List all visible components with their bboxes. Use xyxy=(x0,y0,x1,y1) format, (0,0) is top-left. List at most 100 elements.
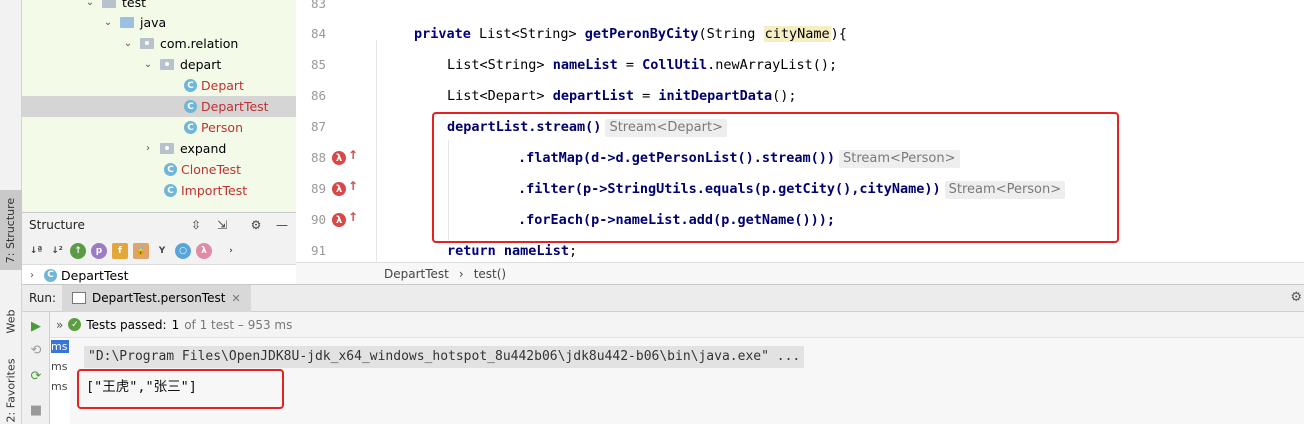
class-icon: C xyxy=(44,268,57,282)
sort-visibility-icon[interactable]: ↓² xyxy=(49,243,65,259)
breadcrumb: DepartTest › test() xyxy=(296,262,1304,284)
check-icon: ✓ xyxy=(68,318,82,331)
console-command-line: "D:\Program Files\OpenJDK8U-jdk_x64_wind… xyxy=(84,346,805,368)
run-config-icon xyxy=(72,292,86,304)
variable: nameList xyxy=(503,243,569,259)
chevron-right-icon[interactable]: › xyxy=(142,143,154,154)
tree-item-departtest[interactable]: C DepartTest xyxy=(22,96,296,117)
rerun-failed-icon[interactable]: ⟲ xyxy=(28,342,44,358)
favorites-side-tab[interactable]: 2: Favorites xyxy=(0,356,22,424)
tests-status-bar: » ✓ Tests passed: 1 of 1 test – 953 ms xyxy=(50,312,1304,338)
minimize-icon[interactable]: — xyxy=(274,217,290,233)
rerun-icon[interactable]: ▶ xyxy=(28,318,44,334)
tests-passed-label: Tests passed: xyxy=(86,317,167,332)
stop-icon[interactable]: ■ xyxy=(28,402,44,418)
tree-item-depart-class[interactable]: C Depart xyxy=(22,75,296,96)
chevron-right-icon[interactable]: › xyxy=(26,270,38,281)
indent-guide xyxy=(376,40,377,262)
highlight-box-output xyxy=(77,369,284,409)
breadcrumb-method[interactable]: test() xyxy=(474,267,506,281)
close-icon[interactable]: ✕ xyxy=(231,292,240,305)
tree-item-label: DepartTest xyxy=(201,99,269,114)
web-side-tab[interactable]: Web xyxy=(0,296,22,346)
test-time-label[interactable]: ms xyxy=(51,360,69,373)
tree-item-expand[interactable]: › expand xyxy=(22,138,296,159)
expand-all-icon[interactable]: ⇳ xyxy=(188,217,204,233)
tree-item-label: test xyxy=(122,0,147,10)
collapse-all-icon[interactable]: ⇲ xyxy=(214,217,230,233)
code-fragment: = xyxy=(617,57,643,73)
tree-item-label: CloneTest xyxy=(181,162,242,177)
line-number: 83 xyxy=(310,0,326,11)
tree-item-depart[interactable]: ⌄ depart xyxy=(22,54,296,75)
code-fragment: .newArrayList(); xyxy=(707,57,838,73)
structure-toolbar: ↓ª ↓² ↑ p f 🔒 Y ○ λ › xyxy=(22,237,296,265)
autoscroll-icon[interactable]: ○ xyxy=(175,242,191,259)
run-tabbar: Run: DepartTest.personTest ✕ ⚙ xyxy=(22,284,1304,312)
test-time-column: ms ms ms xyxy=(50,338,70,424)
structure-item[interactable]: › C DepartTest xyxy=(22,265,296,285)
class-icon: C xyxy=(164,163,177,176)
expand-icon[interactable]: » xyxy=(56,318,63,332)
tree-item-label: com.relation xyxy=(160,36,239,51)
source-folder-icon xyxy=(120,17,134,28)
structure-side-tab[interactable]: 7: Structure xyxy=(0,190,22,270)
web-side-tab-label: Web xyxy=(4,309,18,333)
lambda-icon[interactable]: λ xyxy=(332,213,346,227)
line-number: 86 xyxy=(310,88,326,103)
toggle-autotest-icon[interactable]: ⟳ xyxy=(28,368,44,384)
variable: departList xyxy=(552,88,634,104)
gear-icon[interactable]: ⚙ xyxy=(248,217,264,233)
tree-item-com-relation[interactable]: ⌄ com.relation xyxy=(22,33,296,54)
lambda-icon[interactable]: λ xyxy=(332,182,346,196)
method-name: getPeronByCity xyxy=(584,26,699,42)
chevron-down-icon[interactable]: ⌄ xyxy=(102,17,114,28)
line-number: 84 xyxy=(310,26,326,41)
method-call: initDepartData xyxy=(658,88,773,104)
run-tab-label: DepartTest.personTest xyxy=(92,291,226,305)
tree-item-label: expand xyxy=(180,141,227,156)
highlight-box-code xyxy=(432,112,1119,243)
type: List<Depart> xyxy=(447,88,545,104)
tree-item-clonetest[interactable]: C CloneTest xyxy=(22,159,296,180)
tests-passed-count: 1 xyxy=(171,317,180,332)
test-time-label[interactable]: ms xyxy=(51,340,69,353)
gear-icon[interactable]: ⚙ xyxy=(1290,290,1302,305)
overrides-up-arrow-icon[interactable]: ↑ xyxy=(348,148,358,162)
test-time-label[interactable]: ms xyxy=(51,380,69,393)
tree-item-label: java xyxy=(140,15,167,30)
tree-item-java[interactable]: ⌄ java xyxy=(22,12,296,33)
show-fields-icon[interactable]: f xyxy=(112,242,128,259)
structure-side-tab-label: 7: Structure xyxy=(4,197,18,263)
overrides-up-arrow-icon[interactable]: ↑ xyxy=(348,210,358,224)
tree-item-person[interactable]: C Person xyxy=(22,117,296,138)
show-inherited-icon[interactable]: ↑ xyxy=(70,242,86,259)
chevron-down-icon[interactable]: ⌄ xyxy=(142,59,154,70)
run-label: Run: xyxy=(29,291,57,305)
code-fragment: ; xyxy=(568,243,578,259)
overrides-up-arrow-icon[interactable]: ↑ xyxy=(348,179,358,193)
tree-item-label: Person xyxy=(201,120,244,135)
code-line-91: return nameList; xyxy=(447,241,577,261)
line-number: 88 xyxy=(310,150,326,165)
tree-item-importtest[interactable]: C ImportTest xyxy=(22,180,296,201)
chevron-down-icon[interactable]: ⌄ xyxy=(84,0,96,8)
more-icon[interactable]: › xyxy=(223,243,239,259)
package-icon xyxy=(140,38,154,49)
structure-item-label: DepartTest xyxy=(61,267,129,283)
sort-alpha-icon[interactable]: ↓ª xyxy=(28,243,44,259)
line-number: 89 xyxy=(310,181,326,196)
code-line-85: List<String> nameList = CollUtil.newArra… xyxy=(447,55,837,75)
lambda-icon[interactable]: λ xyxy=(332,151,346,165)
breadcrumb-class[interactable]: DepartTest xyxy=(384,267,449,281)
type: List<String> xyxy=(479,26,577,42)
show-lambdas-tree-icon[interactable]: Y xyxy=(154,243,170,259)
show-properties-icon[interactable]: p xyxy=(91,242,107,259)
chevron-down-icon[interactable]: ⌄ xyxy=(122,38,134,49)
show-nonpublic-icon[interactable]: 🔒 xyxy=(133,242,149,259)
code-line-84: private List<String> getPeronByCity(Stri… xyxy=(414,24,847,44)
run-tab[interactable]: DepartTest.personTest ✕ xyxy=(62,284,251,312)
favorites-side-tab-label: 2: Favorites xyxy=(4,358,18,422)
line-number: 90 xyxy=(310,212,326,227)
lambda-filter-icon[interactable]: λ xyxy=(196,242,212,259)
